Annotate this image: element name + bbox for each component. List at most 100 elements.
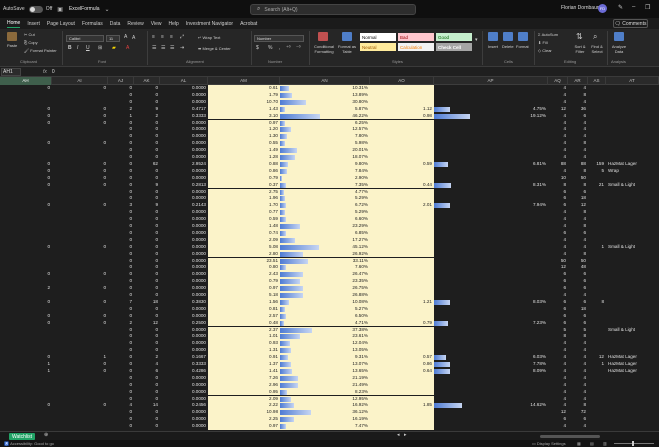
cell-at[interactable] [606,313,659,320]
cell-as[interactable] [588,106,606,113]
cell-ap[interactable] [434,333,548,340]
cell-am[interactable]: 2.80 [208,250,280,258]
cell-ao[interactable] [370,154,434,161]
font-size-select[interactable]: 11 [106,35,120,42]
cell-ai[interactable] [52,251,108,258]
cell-ah[interactable] [0,389,52,396]
save-icon[interactable]: ▣ [57,6,63,13]
cell-am[interactable]: 2.96 [208,381,280,389]
cell-ar[interactable]: 4 [568,147,588,154]
cell-am[interactable]: 1.28 [208,154,280,161]
cell-an[interactable]: 7.84% [280,167,370,175]
cell-ap[interactable] [434,237,548,244]
cell-ao[interactable] [370,216,434,223]
cell-ao[interactable]: 2.01 [370,202,434,210]
cell-ao[interactable] [370,243,434,251]
cell-an[interactable]: 5.87% [280,105,370,113]
cell-an[interactable]: 7.35% [280,181,370,189]
cell-an[interactable]: 9.31% [280,354,370,361]
cell-al[interactable]: 0.0000 [160,244,208,251]
cell-ah[interactable]: 0 [0,140,52,147]
cell-at[interactable] [606,85,659,92]
column-header-ai[interactable]: AI [52,77,108,85]
cell-ak[interactable]: 0 [134,423,160,430]
cell-am[interactable]: 0.88 [208,160,280,168]
cell-aj[interactable]: 0 [108,375,134,382]
fill-color-icon[interactable]: ▰ [112,45,116,51]
cell-at[interactable] [606,292,659,299]
fill-button[interactable]: ⬇ Fill [538,40,548,45]
cell-aj[interactable]: 0 [108,251,134,258]
cell-at[interactable] [606,209,659,216]
format-cells-button[interactable]: Format [516,44,529,49]
cell-aj[interactable]: 2 [108,320,134,327]
cell-ah[interactable]: 0 [0,402,52,409]
cell-ah[interactable] [0,126,52,133]
cell-ah[interactable] [0,147,52,154]
cell-ap[interactable] [434,85,548,92]
grow-font-icon[interactable]: A [124,34,127,40]
cell-ap[interactable] [434,133,548,140]
cell-ah[interactable]: 1 [0,361,52,368]
cell-aq[interactable]: 4 [548,423,568,430]
cell-ai[interactable]: 0 [52,368,108,375]
cell-ar[interactable]: 4 [568,375,588,382]
insert-cells-icon[interactable] [488,32,498,41]
cell-at[interactable]: HazMat Lager [606,368,659,375]
cell-ap[interactable] [434,292,548,299]
column-header-ap[interactable]: AP [434,77,548,85]
column-header-ah[interactable]: AH [0,77,52,85]
cell-ah[interactable] [0,92,52,99]
cell-aj[interactable]: 0 [108,361,134,368]
cell-al[interactable]: 0.3333 [160,361,208,368]
format-painter-button[interactable]: 🖌 Format Painter [24,48,57,53]
cell-aj[interactable]: 0 [108,423,134,430]
cell-aq[interactable]: 4 [548,251,568,258]
column-header-al[interactable]: AL [160,77,208,85]
cell-ai[interactable] [52,154,108,161]
cell-ar[interactable]: 4 [568,368,588,375]
cell-ai[interactable]: 0 [52,202,108,209]
cell-ah[interactable]: 0 [0,271,52,278]
cell-al[interactable]: 0.2500 [160,320,208,327]
cell-as[interactable] [588,195,606,202]
cell-ao[interactable] [370,333,434,341]
cell-ao[interactable]: 1.85 [370,402,434,410]
page-layout-view-icon[interactable]: ▤ [590,441,594,446]
cell-ak[interactable]: 0 [134,292,160,299]
cell-al[interactable]: 0.0000 [160,306,208,313]
cell-al[interactable]: 0.4286 [160,368,208,375]
cell-ai[interactable] [52,396,108,403]
style-good[interactable]: Good [436,33,472,41]
cell-al[interactable]: 0.4717 [160,106,208,113]
style-check-cell[interactable]: Check Cell [436,43,472,51]
cell-aj[interactable]: 0 [108,168,134,175]
cell-at[interactable] [606,237,659,244]
cell-ai[interactable]: 1 [52,354,108,361]
cell-ai[interactable] [52,423,108,430]
cell-al[interactable]: 0.0000 [160,292,208,299]
cell-ai[interactable] [52,333,108,340]
cell-ah[interactable]: 0 [0,313,52,320]
cell-ao[interactable] [370,119,434,127]
cell-am[interactable]: 0.74 [208,229,280,237]
cell-ao[interactable]: 0.86 [370,361,434,368]
column-header-an[interactable]: AN [280,77,370,85]
cell-ap[interactable] [434,120,548,127]
cell-as[interactable] [588,340,606,347]
cell-aj[interactable]: 1 [108,113,134,120]
cell-aj[interactable]: 0 [108,147,134,154]
cell-ai[interactable] [52,195,108,202]
format-as-table-button[interactable]: Format as Table [337,44,357,54]
cell-as[interactable] [588,313,606,320]
cell-at[interactable] [606,106,659,113]
cell-aj[interactable]: 0 [108,154,134,161]
cell-ap[interactable]: 7.94% [434,202,548,209]
cell-ar[interactable]: 6 [568,320,588,327]
cell-an[interactable]: 26.92% [280,250,370,258]
cell-at[interactable] [606,264,659,271]
cell-ak[interactable]: 0 [134,175,160,182]
sort-filter-button[interactable]: Sort & Filter [572,44,588,54]
cell-ak[interactable]: 4 [134,361,160,368]
cell-ah[interactable] [0,258,52,265]
